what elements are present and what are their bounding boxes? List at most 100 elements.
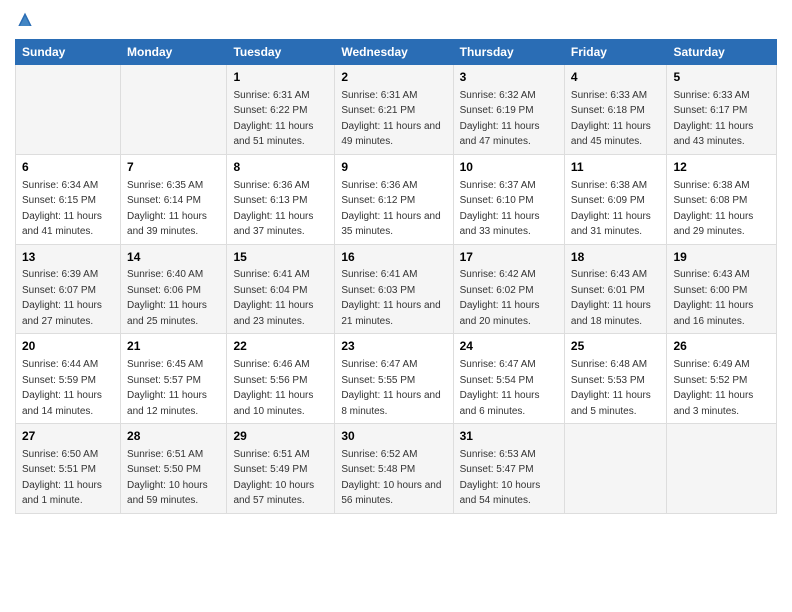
calendar-cell: 12 Sunrise: 6:38 AMSunset: 6:08 PMDayligh… bbox=[667, 154, 777, 244]
day-detail: Sunrise: 6:43 AMSunset: 6:00 PMDaylight:… bbox=[673, 269, 753, 327]
calendar-cell: 19 Sunrise: 6:43 AMSunset: 6:00 PMDayligh… bbox=[667, 244, 777, 334]
logo bbox=[15, 10, 39, 31]
day-number: 9 bbox=[341, 159, 446, 176]
day-detail: Sunrise: 6:51 AMSunset: 5:49 PMDaylight:… bbox=[233, 449, 314, 507]
page-container: SundayMondayTuesdayWednesdayThursdayFrid… bbox=[0, 0, 792, 524]
logo-icon bbox=[15, 11, 35, 31]
calendar-cell: 20 Sunrise: 6:44 AMSunset: 5:59 PMDayligh… bbox=[16, 334, 121, 424]
week-row-5: 27 Sunrise: 6:50 AMSunset: 5:51 PMDayligh… bbox=[16, 424, 777, 514]
day-number: 2 bbox=[341, 69, 446, 86]
day-number: 30 bbox=[341, 428, 446, 445]
calendar-cell: 16 Sunrise: 6:41 AMSunset: 6:03 PMDayligh… bbox=[335, 244, 453, 334]
day-number: 17 bbox=[460, 249, 558, 266]
day-number: 22 bbox=[233, 338, 328, 355]
day-number: 21 bbox=[127, 338, 220, 355]
calendar-cell: 15 Sunrise: 6:41 AMSunset: 6:04 PMDayligh… bbox=[227, 244, 335, 334]
day-detail: Sunrise: 6:41 AMSunset: 6:04 PMDaylight:… bbox=[233, 269, 313, 327]
calendar-cell bbox=[667, 424, 777, 514]
calendar-cell: 11Sunrise: 6:38 AMSunset: 6:09 PMDayligh… bbox=[564, 154, 667, 244]
calendar-cell: 31 Sunrise: 6:53 AMSunset: 5:47 PMDayligh… bbox=[453, 424, 564, 514]
calendar-cell: 14 Sunrise: 6:40 AMSunset: 6:06 PMDayligh… bbox=[121, 244, 227, 334]
day-detail: Sunrise: 6:53 AMSunset: 5:47 PMDaylight:… bbox=[460, 449, 541, 507]
day-detail: Sunrise: 6:31 AMSunset: 6:21 PMDaylight:… bbox=[341, 90, 440, 148]
day-detail: Sunrise: 6:43 AMSunset: 6:01 PMDaylight:… bbox=[571, 269, 651, 327]
calendar-cell: 6 Sunrise: 6:34 AMSunset: 6:15 PMDaylight… bbox=[16, 154, 121, 244]
day-detail: Sunrise: 6:47 AMSunset: 5:54 PMDaylight:… bbox=[460, 359, 540, 417]
week-row-3: 13 Sunrise: 6:39 AMSunset: 6:07 PMDayligh… bbox=[16, 244, 777, 334]
day-number: 5 bbox=[673, 69, 770, 86]
calendar-cell: 10 Sunrise: 6:37 AMSunset: 6:10 PMDayligh… bbox=[453, 154, 564, 244]
calendar-cell bbox=[16, 65, 121, 155]
day-number: 31 bbox=[460, 428, 558, 445]
calendar-cell: 24 Sunrise: 6:47 AMSunset: 5:54 PMDayligh… bbox=[453, 334, 564, 424]
calendar-cell: 21 Sunrise: 6:45 AMSunset: 5:57 PMDayligh… bbox=[121, 334, 227, 424]
calendar-cell: 28 Sunrise: 6:51 AMSunset: 5:50 PMDayligh… bbox=[121, 424, 227, 514]
day-number: 3 bbox=[460, 69, 558, 86]
day-detail: Sunrise: 6:33 AMSunset: 6:17 PMDaylight:… bbox=[673, 90, 753, 148]
day-detail: Sunrise: 6:44 AMSunset: 5:59 PMDaylight:… bbox=[22, 359, 102, 417]
calendar-cell: 25Sunrise: 6:48 AMSunset: 5:53 PMDayligh… bbox=[564, 334, 667, 424]
calendar-header: SundayMondayTuesdayWednesdayThursdayFrid… bbox=[16, 40, 777, 65]
day-detail: Sunrise: 6:50 AMSunset: 5:51 PMDaylight:… bbox=[22, 449, 102, 507]
calendar-cell bbox=[121, 65, 227, 155]
calendar-cell: 27 Sunrise: 6:50 AMSunset: 5:51 PMDayligh… bbox=[16, 424, 121, 514]
calendar-cell: 9 Sunrise: 6:36 AMSunset: 6:12 PMDaylight… bbox=[335, 154, 453, 244]
calendar-cell: 18 Sunrise: 6:43 AMSunset: 6:01 PMDayligh… bbox=[564, 244, 667, 334]
week-row-4: 20 Sunrise: 6:44 AMSunset: 5:59 PMDayligh… bbox=[16, 334, 777, 424]
calendar-cell: 26 Sunrise: 6:49 AMSunset: 5:52 PMDayligh… bbox=[667, 334, 777, 424]
day-number: 23 bbox=[341, 338, 446, 355]
day-number: 24 bbox=[460, 338, 558, 355]
calendar-cell: 4Sunrise: 6:33 AMSunset: 6:18 PMDaylight… bbox=[564, 65, 667, 155]
day-detail: Sunrise: 6:48 AMSunset: 5:53 PMDaylight:… bbox=[571, 359, 651, 417]
day-detail: Sunrise: 6:42 AMSunset: 6:02 PMDaylight:… bbox=[460, 269, 540, 327]
weekday-header-saturday: Saturday bbox=[667, 40, 777, 65]
day-detail: Sunrise: 6:45 AMSunset: 5:57 PMDaylight:… bbox=[127, 359, 207, 417]
day-number: 16 bbox=[341, 249, 446, 266]
day-detail: Sunrise: 6:35 AMSunset: 6:14 PMDaylight:… bbox=[127, 180, 207, 238]
calendar-cell: 3Sunrise: 6:32 AMSunset: 6:19 PMDaylight… bbox=[453, 65, 564, 155]
calendar-cell: 29Sunrise: 6:51 AMSunset: 5:49 PMDayligh… bbox=[227, 424, 335, 514]
week-row-1: 1Sunrise: 6:31 AMSunset: 6:22 PMDaylight… bbox=[16, 65, 777, 155]
day-detail: Sunrise: 6:49 AMSunset: 5:52 PMDaylight:… bbox=[673, 359, 753, 417]
day-detail: Sunrise: 6:51 AMSunset: 5:50 PMDaylight:… bbox=[127, 449, 208, 507]
day-detail: Sunrise: 6:36 AMSunset: 6:12 PMDaylight:… bbox=[341, 180, 440, 238]
day-number: 8 bbox=[233, 159, 328, 176]
calendar-cell: 13 Sunrise: 6:39 AMSunset: 6:07 PMDayligh… bbox=[16, 244, 121, 334]
day-detail: Sunrise: 6:40 AMSunset: 6:06 PMDaylight:… bbox=[127, 269, 207, 327]
weekday-header-friday: Friday bbox=[564, 40, 667, 65]
day-number: 14 bbox=[127, 249, 220, 266]
day-number: 15 bbox=[233, 249, 328, 266]
day-detail: Sunrise: 6:47 AMSunset: 5:55 PMDaylight:… bbox=[341, 359, 440, 417]
weekday-header-wednesday: Wednesday bbox=[335, 40, 453, 65]
calendar-cell: 7Sunrise: 6:35 AMSunset: 6:14 PMDaylight… bbox=[121, 154, 227, 244]
week-row-2: 6 Sunrise: 6:34 AMSunset: 6:15 PMDaylight… bbox=[16, 154, 777, 244]
weekday-header-row: SundayMondayTuesdayWednesdayThursdayFrid… bbox=[16, 40, 777, 65]
day-number: 10 bbox=[460, 159, 558, 176]
weekday-header-monday: Monday bbox=[121, 40, 227, 65]
weekday-header-sunday: Sunday bbox=[16, 40, 121, 65]
day-detail: Sunrise: 6:37 AMSunset: 6:10 PMDaylight:… bbox=[460, 180, 540, 238]
weekday-header-tuesday: Tuesday bbox=[227, 40, 335, 65]
day-detail: Sunrise: 6:41 AMSunset: 6:03 PMDaylight:… bbox=[341, 269, 440, 327]
day-detail: Sunrise: 6:38 AMSunset: 6:08 PMDaylight:… bbox=[673, 180, 753, 238]
weekday-header-thursday: Thursday bbox=[453, 40, 564, 65]
day-number: 19 bbox=[673, 249, 770, 266]
day-detail: Sunrise: 6:34 AMSunset: 6:15 PMDaylight:… bbox=[22, 180, 102, 238]
day-number: 6 bbox=[22, 159, 114, 176]
day-number: 26 bbox=[673, 338, 770, 355]
calendar-cell: 5 Sunrise: 6:33 AMSunset: 6:17 PMDaylight… bbox=[667, 65, 777, 155]
day-detail: Sunrise: 6:52 AMSunset: 5:48 PMDaylight:… bbox=[341, 449, 441, 507]
day-number: 27 bbox=[22, 428, 114, 445]
day-number: 20 bbox=[22, 338, 114, 355]
calendar-cell: 2 Sunrise: 6:31 AMSunset: 6:21 PMDaylight… bbox=[335, 65, 453, 155]
day-detail: Sunrise: 6:39 AMSunset: 6:07 PMDaylight:… bbox=[22, 269, 102, 327]
day-number: 18 bbox=[571, 249, 661, 266]
day-number: 28 bbox=[127, 428, 220, 445]
day-number: 11 bbox=[571, 159, 661, 176]
calendar-body: 1Sunrise: 6:31 AMSunset: 6:22 PMDaylight… bbox=[16, 65, 777, 514]
calendar-cell: 23 Sunrise: 6:47 AMSunset: 5:55 PMDayligh… bbox=[335, 334, 453, 424]
day-number: 1 bbox=[233, 69, 328, 86]
day-number: 4 bbox=[571, 69, 661, 86]
day-number: 13 bbox=[22, 249, 114, 266]
day-number: 12 bbox=[673, 159, 770, 176]
